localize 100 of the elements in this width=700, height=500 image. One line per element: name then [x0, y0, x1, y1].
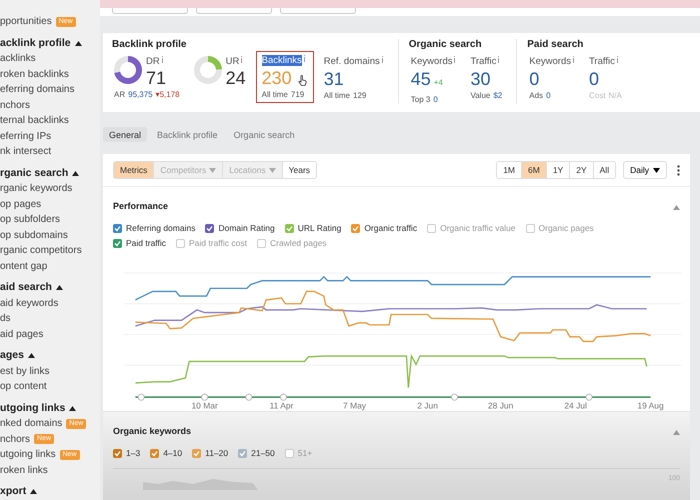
section-title: Paid search	[527, 39, 584, 50]
sidebar-item[interactable]: rganic keywords	[0, 181, 72, 196]
collapse-caret-icon	[30, 489, 38, 494]
sidebar-item[interactable]: ontent gap	[0, 258, 48, 274]
checkbox[interactable]	[351, 224, 360, 232]
tab[interactable]: Organic search	[228, 127, 301, 142]
checkbox[interactable]	[284, 224, 294, 232]
collapse-caret-icon	[72, 170, 80, 176]
event-marker[interactable]	[138, 394, 145, 401]
metric-label: UR	[226, 56, 240, 67]
sidebar-item[interactable]: acklinks	[0, 51, 36, 66]
more-menu-icon[interactable]	[677, 164, 680, 176]
sidebar-item[interactable]: utgoing links	[0, 447, 56, 462]
metric-label: DR	[146, 56, 160, 67]
tab[interactable]: Backlink profile	[151, 127, 224, 142]
legend-checkbox[interactable]: Organic traffic	[351, 223, 418, 233]
metric-detail: 95,375	[128, 90, 153, 99]
metric-label: Backlinks	[262, 55, 302, 66]
checkbox[interactable]	[113, 224, 122, 232]
donut-gauge	[194, 56, 222, 84]
filter-field[interactable]	[196, 8, 272, 14]
sidebar-item[interactable]: nchors	[0, 98, 30, 113]
sidebar-section-heading[interactable]: utgoing links	[0, 400, 66, 416]
sidebar-item[interactable]: ternal backlinks	[0, 113, 69, 128]
axis-label: 2 Jun	[417, 400, 438, 411]
checkbox[interactable]	[238, 448, 248, 458]
metric-value: 24	[226, 67, 246, 89]
checkmark-icon	[352, 224, 360, 232]
axis-label: 11 Apr	[270, 400, 294, 411]
info-icon	[453, 56, 456, 63]
event-marker[interactable]	[201, 394, 208, 401]
event-marker[interactable]	[245, 394, 252, 401]
metric-label: Keywords	[529, 56, 571, 67]
sidebar-item[interactable]: op pages	[0, 196, 42, 212]
checkbox[interactable]	[205, 224, 214, 232]
legend-checkbox[interactable]: Paid traffic	[113, 238, 166, 248]
sidebar-item[interactable]: nchors	[0, 432, 30, 447]
range-button[interactable]: 6M	[522, 162, 547, 178]
collapse-caret-icon	[74, 40, 82, 46]
legend-checkbox[interactable]: URL Rating	[284, 223, 342, 233]
axis-label: 7 May	[343, 400, 366, 411]
sidebar-section-heading[interactable]: ages	[0, 348, 24, 364]
sidebar-item[interactable]: pportunities	[0, 14, 52, 30]
sidebar-item[interactable]: ds	[0, 311, 11, 326]
metric-detail: All time	[324, 91, 350, 100]
interval-dropdown[interactable]: Daily	[623, 161, 667, 179]
filter-field[interactable]	[280, 8, 356, 14]
sidebar-item[interactable]: eferring IPs	[0, 128, 52, 144]
legend-checkbox[interactable]: Domain Rating	[205, 223, 275, 233]
sidebar-section-heading[interactable]: rganic search	[0, 166, 68, 181]
mode-button[interactable]: Metrics	[114, 162, 154, 178]
metric-detail: 0	[546, 91, 551, 100]
filter-field[interactable]	[112, 8, 188, 14]
sidebar-item[interactable]: nked domains	[0, 416, 62, 432]
metric-detail: AR	[114, 90, 126, 99]
sidebar-item[interactable]: rganic competitors	[0, 243, 82, 258]
caret-icon	[209, 168, 216, 172]
panel-title: Performance	[113, 201, 168, 211]
sidebar-item[interactable]: aid keywords	[0, 296, 58, 311]
legend-checkbox[interactable]: 21–50	[238, 448, 275, 458]
checkbox[interactable]	[192, 448, 202, 458]
metric-label: Traffic	[588, 56, 615, 67]
sidebar-section-heading[interactable]: xport	[0, 484, 26, 500]
sidebar-section-heading[interactable]: aid search	[0, 280, 52, 296]
sidebar-item[interactable]: op subdomains	[0, 228, 68, 243]
sidebar-item[interactable]: aid pages	[0, 326, 44, 342]
sidebar-item[interactable]: op content	[0, 379, 47, 394]
checkmark-icon	[114, 450, 121, 456]
sidebar-item[interactable]: eferring domains	[0, 82, 74, 98]
checkbox[interactable]	[113, 448, 122, 458]
sidebar-item[interactable]: roken links	[0, 462, 48, 478]
caret-icon	[268, 168, 276, 172]
metric-detail: Top 3	[410, 95, 430, 104]
checkmark-icon	[114, 224, 121, 232]
sidebar-item[interactable]: op subfolders	[0, 212, 60, 228]
info-icon	[616, 56, 619, 63]
range-button[interactable]: 1M	[497, 162, 522, 178]
event-marker[interactable]	[586, 394, 593, 401]
axis-label: 24 Jul	[564, 400, 587, 411]
checkbox[interactable]	[150, 448, 160, 458]
event-marker[interactable]	[280, 394, 287, 401]
info-icon	[240, 56, 244, 63]
metric-value: 31	[324, 68, 344, 90]
legend-checkbox[interactable]: 1–3	[113, 448, 140, 458]
legend-checkbox[interactable]: 11–20	[192, 448, 228, 458]
event-marker[interactable]	[451, 394, 458, 401]
sidebar-section-heading[interactable]: acklink profile	[0, 36, 71, 51]
hand-cursor-icon	[298, 75, 307, 86]
sidebar-item[interactable]: est by links	[0, 364, 50, 379]
checkbox[interactable]	[113, 238, 122, 248]
legend-checkbox[interactable]: 4–10	[150, 448, 182, 458]
metric-change: +4	[434, 77, 443, 89]
checkmark-icon	[239, 450, 246, 456]
collapse-caret-icon	[673, 430, 680, 435]
sidebar-item[interactable]: roken backlinks	[0, 66, 69, 82]
tab[interactable]: General	[103, 127, 148, 142]
legend-checkbox[interactable]: Referring domains	[113, 223, 196, 233]
checkmark-icon	[114, 240, 121, 246]
metric-label: Traffic	[470, 56, 496, 67]
sidebar-item[interactable]: nk intersect	[0, 144, 52, 160]
